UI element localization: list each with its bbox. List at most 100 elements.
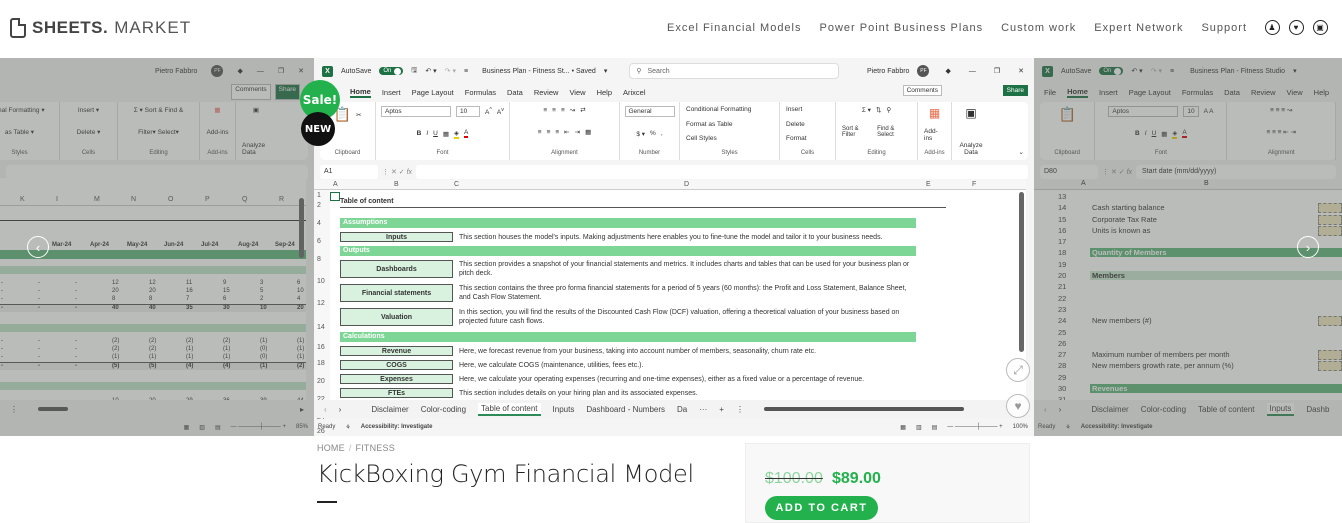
toc-link-button[interactable]: Inputs: [340, 232, 453, 242]
cell: 30: [223, 305, 230, 311]
format-cells-button[interactable]: Format: [786, 135, 807, 142]
normal-view-icon[interactable]: ▦: [900, 424, 906, 431]
sort-filter-icon[interactable]: ⇅: [876, 106, 881, 114]
comments-button[interactable]: Comments: [902, 85, 942, 96]
zoom-slider[interactable]: — ─────┼──── +: [947, 424, 1002, 430]
gallery-prev-arrow[interactable]: ‹: [27, 236, 49, 258]
ribbon: 📋 ✂ Clipboard Aptos 10 A^ Av B I U ▦ ◈ A Font ≡ ≡ ≡ ↝…: [320, 102, 1028, 160]
gallery-next-arrow[interactable]: ›: [1297, 236, 1319, 258]
align-icons[interactable]: ≡ ≡ ≡ ↝ ⇄: [543, 106, 585, 115]
toc-link-button[interactable]: Expenses: [340, 374, 453, 384]
undo-icon[interactable]: ↶ ▾: [425, 67, 436, 75]
sheet-tab-inputs[interactable]: Inputs: [553, 405, 575, 414]
nav-expert-network[interactable]: Expert Network: [1094, 22, 1183, 34]
breadcrumb-fitness[interactable]: FITNESS: [356, 443, 395, 453]
fill-color-icon[interactable]: ◈: [454, 129, 460, 139]
format-as-table-button[interactable]: Format as Table: [686, 121, 732, 128]
search-input[interactable]: ⚲ Search: [629, 63, 840, 79]
prev-sheet-icon: ‹: [1044, 404, 1047, 414]
tab-review[interactable]: Review: [534, 88, 559, 97]
delete-cells-button[interactable]: Delete: [786, 121, 805, 128]
user-icon[interactable]: ♟: [1265, 20, 1280, 35]
cut-icon[interactable]: ✂: [356, 111, 361, 119]
bold-button[interactable]: B: [417, 130, 422, 137]
toc-link-button[interactable]: Revenue: [340, 346, 453, 356]
formula-input[interactable]: [416, 165, 1028, 179]
minimize-icon[interactable]: —: [969, 68, 976, 75]
tab-formulas[interactable]: Formulas: [465, 88, 496, 97]
conditional-formatting-button[interactable]: Conditional Formatting: [686, 106, 751, 113]
share-button[interactable]: Share: [1002, 85, 1028, 96]
breadcrumb-home[interactable]: HOME: [317, 443, 345, 453]
tab-data[interactable]: Data: [507, 88, 523, 97]
find-icon[interactable]: ⚲: [886, 106, 891, 114]
sheet-tab-more[interactable]: Da: [677, 405, 687, 414]
tab-home[interactable]: Home: [350, 87, 371, 98]
toc-link-button[interactable]: FTEs: [340, 388, 453, 398]
page-layout-view-icon[interactable]: ▥: [916, 424, 922, 431]
sheet-tab-color-coding[interactable]: Color-coding: [421, 405, 466, 414]
sheet-tab-table-of-content[interactable]: Table of content: [478, 402, 541, 416]
cart-icon[interactable]: ▣: [1313, 20, 1328, 35]
expand-icon[interactable]: ⤢: [1006, 358, 1030, 382]
nav-powerpoint-plans[interactable]: Power Point Business Plans: [820, 22, 984, 34]
gallery-slide-active[interactable]: X AutoSave On 🖫 ↶ ▾ ↷ ▾ ≡ Business Plan …: [314, 58, 1034, 436]
nav-excel-models[interactable]: Excel Financial Models: [667, 22, 802, 34]
prev-sheet-icon[interactable]: ‹: [324, 405, 327, 414]
data-row: - - - 8 8 7 6 2 4: [0, 296, 306, 304]
number-format-select[interactable]: General: [624, 106, 675, 117]
cell-styles-button[interactable]: Cell Styles: [686, 135, 717, 142]
sheet-tab-dashboard-numbers[interactable]: Dashboard - Numbers: [586, 405, 665, 414]
nav-custom-work[interactable]: Custom work: [1001, 22, 1076, 34]
borders-icon[interactable]: ▦: [443, 130, 449, 138]
save-icon[interactable]: 🖫: [411, 66, 417, 77]
font-size-select[interactable]: 10: [456, 106, 481, 117]
font-color-icon[interactable]: A: [464, 129, 469, 138]
tab-view[interactable]: View: [569, 88, 585, 97]
ribbon-collapse-icon[interactable]: ⌄: [1019, 148, 1024, 156]
add-to-cart-button[interactable]: ADD TO CART: [765, 496, 878, 520]
toc-link-button[interactable]: COGS: [340, 360, 453, 370]
autosave-toggle[interactable]: On: [379, 67, 404, 75]
add-sheet-icon[interactable]: +: [719, 405, 724, 414]
horizontal-scrollbar[interactable]: [763, 407, 964, 411]
tab-arixcel[interactable]: Arixcel: [623, 88, 646, 97]
sort-filter-button[interactable]: Sort & Filter: [842, 126, 872, 138]
tab-insert[interactable]: Insert: [382, 88, 401, 97]
active-cell[interactable]: [330, 192, 340, 201]
tab-help[interactable]: Help: [597, 88, 612, 97]
analyze-data-button[interactable]: Analyze Data: [958, 142, 984, 156]
more-sheets-icon[interactable]: ···: [699, 405, 707, 414]
customize-icon[interactable]: ≡: [464, 68, 468, 75]
toc-link-button[interactable]: Dashboards: [340, 260, 453, 278]
nav-support[interactable]: Support: [1201, 22, 1247, 34]
addins-icon[interactable]: ▦: [929, 106, 940, 120]
toc-description: Here, we calculate COGS (maintenance, ut…: [459, 362, 644, 369]
toc-link-button[interactable]: Financial statements: [340, 284, 453, 302]
toc-link-button[interactable]: Valuation: [340, 308, 453, 326]
redo-icon[interactable]: ↷ ▾: [445, 67, 456, 75]
logo[interactable]: SHEETS. MARKET: [10, 18, 191, 38]
gallery-slide-next[interactable]: X AutoSave On ↶ ▾ ↷ ▾ ≡ Business Plan - Fitne…: [1034, 58, 1342, 436]
name-box[interactable]: A1: [320, 165, 378, 179]
close-icon[interactable]: ✕: [1018, 67, 1024, 75]
next-sheet-icon[interactable]: ›: [339, 405, 342, 414]
italic-button[interactable]: I: [426, 130, 428, 137]
accessibility-status[interactable]: Accessibility: Investigate: [361, 424, 433, 430]
analyze-data-icon[interactable]: ▣: [965, 106, 976, 120]
tab-page-layout[interactable]: Page Layout: [412, 88, 454, 97]
document-title[interactable]: Business Plan - Fitness St... • Saved: [482, 68, 596, 75]
sheet-tab-disclaimer[interactable]: Disclaimer: [371, 405, 408, 414]
underline-button[interactable]: U: [433, 130, 438, 137]
row-number: 30: [1058, 384, 1067, 394]
diamond-icon[interactable]: ◆: [945, 67, 950, 75]
find-select-button[interactable]: Find & Select: [877, 126, 911, 138]
restore-icon[interactable]: ❐: [994, 67, 1000, 75]
vertical-scrollbar[interactable]: [1019, 192, 1024, 352]
heart-icon[interactable]: ♥: [1289, 20, 1304, 35]
font-name-select[interactable]: Aptos: [381, 106, 452, 117]
insert-cells-button[interactable]: Insert: [786, 106, 802, 113]
spreadsheet-grid[interactable]: A B C D E F 12468101214161820222426 Tabl…: [314, 180, 1026, 435]
wishlist-heart-icon[interactable]: ♥: [1006, 394, 1030, 418]
page-break-view-icon[interactable]: ▤: [932, 424, 938, 431]
